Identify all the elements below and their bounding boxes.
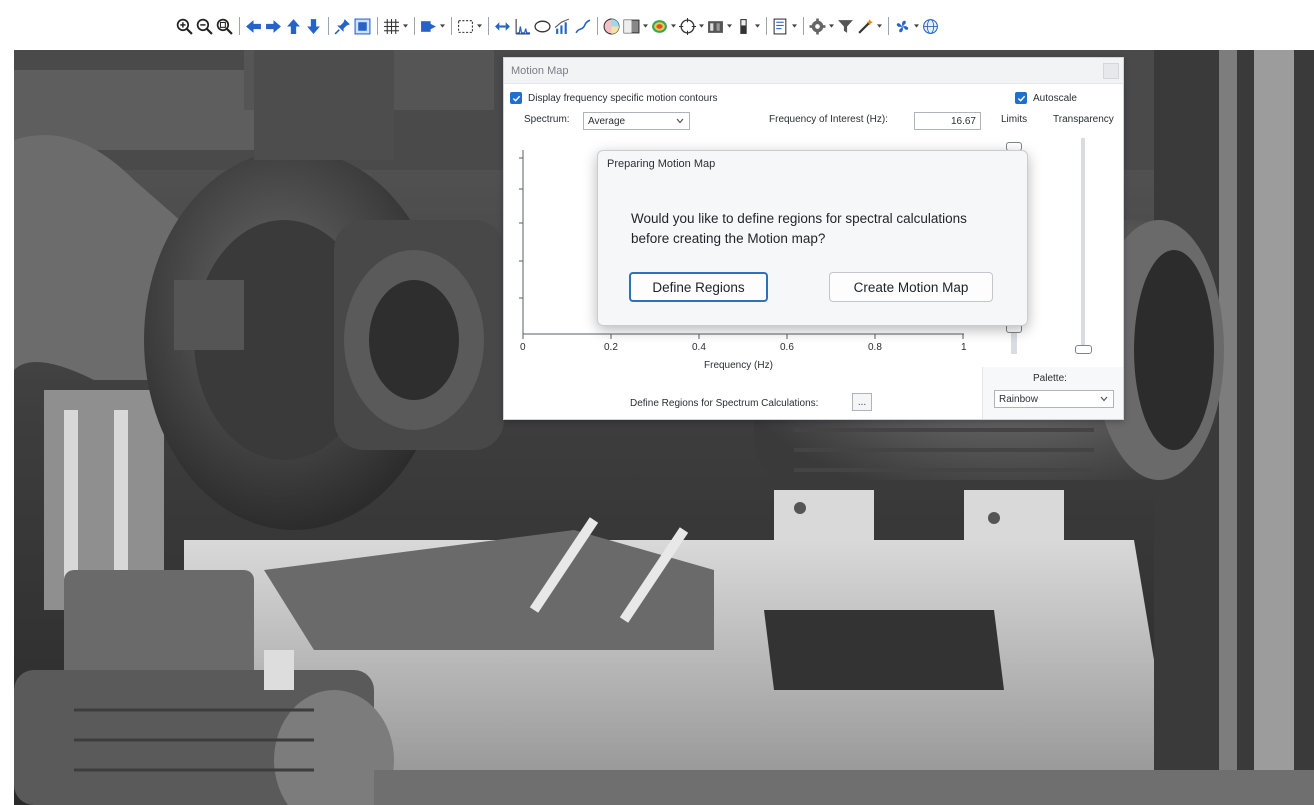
chevron-down-icon[interactable] [828, 15, 834, 37]
chevron-down-icon[interactable] [754, 15, 760, 37]
limits-row: Limits [1001, 114, 1027, 125]
heatmap-icon[interactable] [650, 15, 669, 37]
toolbar-separator [597, 17, 598, 35]
motion-map-titlebar: Motion Map [504, 58, 1123, 84]
palette-panel: Palette: Rainbow [982, 367, 1123, 419]
toolbar-separator [328, 17, 329, 35]
arrow-up-icon[interactable] [284, 15, 303, 37]
toolbar [0, 0, 1314, 50]
colorbar-icon[interactable] [734, 15, 753, 37]
autoscale-row: Autoscale [1015, 92, 1077, 104]
define-regions-label: Define Regions for Spectrum Calculations… [630, 398, 819, 409]
range-icon[interactable] [493, 15, 512, 37]
define-regions-ellipsis-button[interactable]: ... [852, 393, 872, 411]
histogram-icon[interactable] [706, 15, 725, 37]
chevron-down-icon [1100, 396, 1108, 402]
toolbar-separator [766, 17, 767, 35]
palette-select[interactable]: Rainbow [994, 390, 1114, 408]
preparing-motion-map-dialog: Preparing Motion Map Would you like to d… [597, 150, 1028, 326]
plot-xlabel: Frequency (Hz) [704, 360, 773, 371]
magic-wand-icon[interactable] [856, 15, 875, 37]
arrow-right-icon[interactable] [264, 15, 283, 37]
spectrum-row: Spectrum: [524, 114, 570, 125]
chevron-down-icon[interactable] [698, 15, 704, 37]
transparency-label: Transparency [1053, 114, 1114, 125]
close-button[interactable] [1103, 63, 1119, 79]
toolbar-separator [239, 17, 240, 35]
probe-icon[interactable] [573, 15, 592, 37]
chevron-down-icon[interactable] [726, 15, 732, 37]
toolbar-buttons [175, 12, 941, 40]
roi-icon[interactable] [353, 15, 372, 37]
zoom-out-icon[interactable] [195, 15, 214, 37]
chevron-down-icon[interactable] [439, 15, 445, 37]
spectrum-label: Spectrum: [524, 114, 570, 125]
frequency-input[interactable]: 16.67 [914, 112, 981, 130]
filter-icon[interactable] [836, 15, 855, 37]
palette-label: Palette: [1033, 373, 1067, 384]
spectrum-select[interactable]: Average [583, 112, 690, 130]
settings-icon[interactable] [808, 15, 827, 37]
toolbar-separator [888, 17, 889, 35]
chevron-down-icon[interactable] [791, 15, 797, 37]
chevron-down-icon[interactable] [876, 15, 882, 37]
grid-icon[interactable] [382, 15, 401, 37]
x-tick-2: 0.4 [692, 342, 706, 353]
fan-icon[interactable] [893, 15, 912, 37]
globe-icon[interactable] [921, 15, 940, 37]
dialog-message-line2: before creating the Motion map? [631, 231, 826, 246]
dialog-message-line1: Would you like to define regions for spe… [631, 211, 967, 226]
toolbar-separator [377, 17, 378, 35]
palette-value: Rainbow [999, 393, 1038, 405]
export-icon[interactable] [419, 15, 438, 37]
arrow-down-icon[interactable] [304, 15, 323, 37]
chevron-down-icon [676, 118, 684, 124]
x-tick-3: 0.6 [780, 342, 794, 353]
zoom-in-icon[interactable] [175, 15, 194, 37]
chevron-down-icon[interactable] [402, 15, 408, 37]
spectrum-icon[interactable] [513, 15, 532, 37]
transparency-row: Transparency [1053, 114, 1114, 125]
transparency-thumb[interactable] [1075, 345, 1092, 354]
target-icon[interactable] [678, 15, 697, 37]
transparency-slider-track[interactable] [1081, 138, 1085, 348]
frequency-row: Frequency of Interest (Hz): [769, 114, 888, 125]
display-contours-checkbox[interactable] [510, 92, 522, 104]
define-regions-button[interactable]: Define Regions [629, 272, 768, 302]
autoscale-checkbox[interactable] [1015, 92, 1027, 104]
autoscale-label: Autoscale [1033, 92, 1077, 104]
toolbar-separator [803, 17, 804, 35]
x-tick-0: 0 [520, 342, 526, 353]
trend-icon[interactable] [553, 15, 572, 37]
report-icon[interactable] [771, 15, 790, 37]
ellipse-icon[interactable] [533, 15, 552, 37]
frequency-value: 16.67 [950, 115, 976, 127]
chevron-down-icon[interactable] [670, 15, 676, 37]
motion-map-title: Motion Map [511, 64, 569, 77]
frequency-label: Frequency of Interest (Hz): [769, 114, 888, 125]
color-wheel-icon[interactable] [602, 15, 621, 37]
limits-label: Limits [1001, 114, 1028, 125]
zoom-fit-icon[interactable] [215, 15, 234, 37]
x-tick-5: 1 [961, 342, 967, 353]
dialog-message: Would you like to define regions for spe… [631, 209, 1011, 249]
select-rect-icon[interactable] [456, 15, 475, 37]
x-tick-1: 0.2 [604, 342, 618, 353]
arrow-left-icon[interactable] [244, 15, 263, 37]
gradient-icon[interactable] [622, 15, 641, 37]
chevron-down-icon[interactable] [913, 15, 919, 37]
display-contours-label: Display frequency specific motion contou… [528, 92, 718, 104]
toolbar-separator [488, 17, 489, 35]
spectrum-value: Average [588, 115, 626, 127]
toolbar-separator [414, 17, 415, 35]
toolbar-separator [451, 17, 452, 35]
pin-icon[interactable] [333, 15, 352, 37]
chevron-down-icon[interactable] [642, 15, 648, 37]
display-contours-row: Display frequency specific motion contou… [510, 92, 718, 104]
x-tick-4: 0.8 [868, 342, 882, 353]
chevron-down-icon[interactable] [476, 15, 482, 37]
create-motion-map-button[interactable]: Create Motion Map [829, 272, 993, 302]
dialog-title: Preparing Motion Map [607, 158, 716, 170]
